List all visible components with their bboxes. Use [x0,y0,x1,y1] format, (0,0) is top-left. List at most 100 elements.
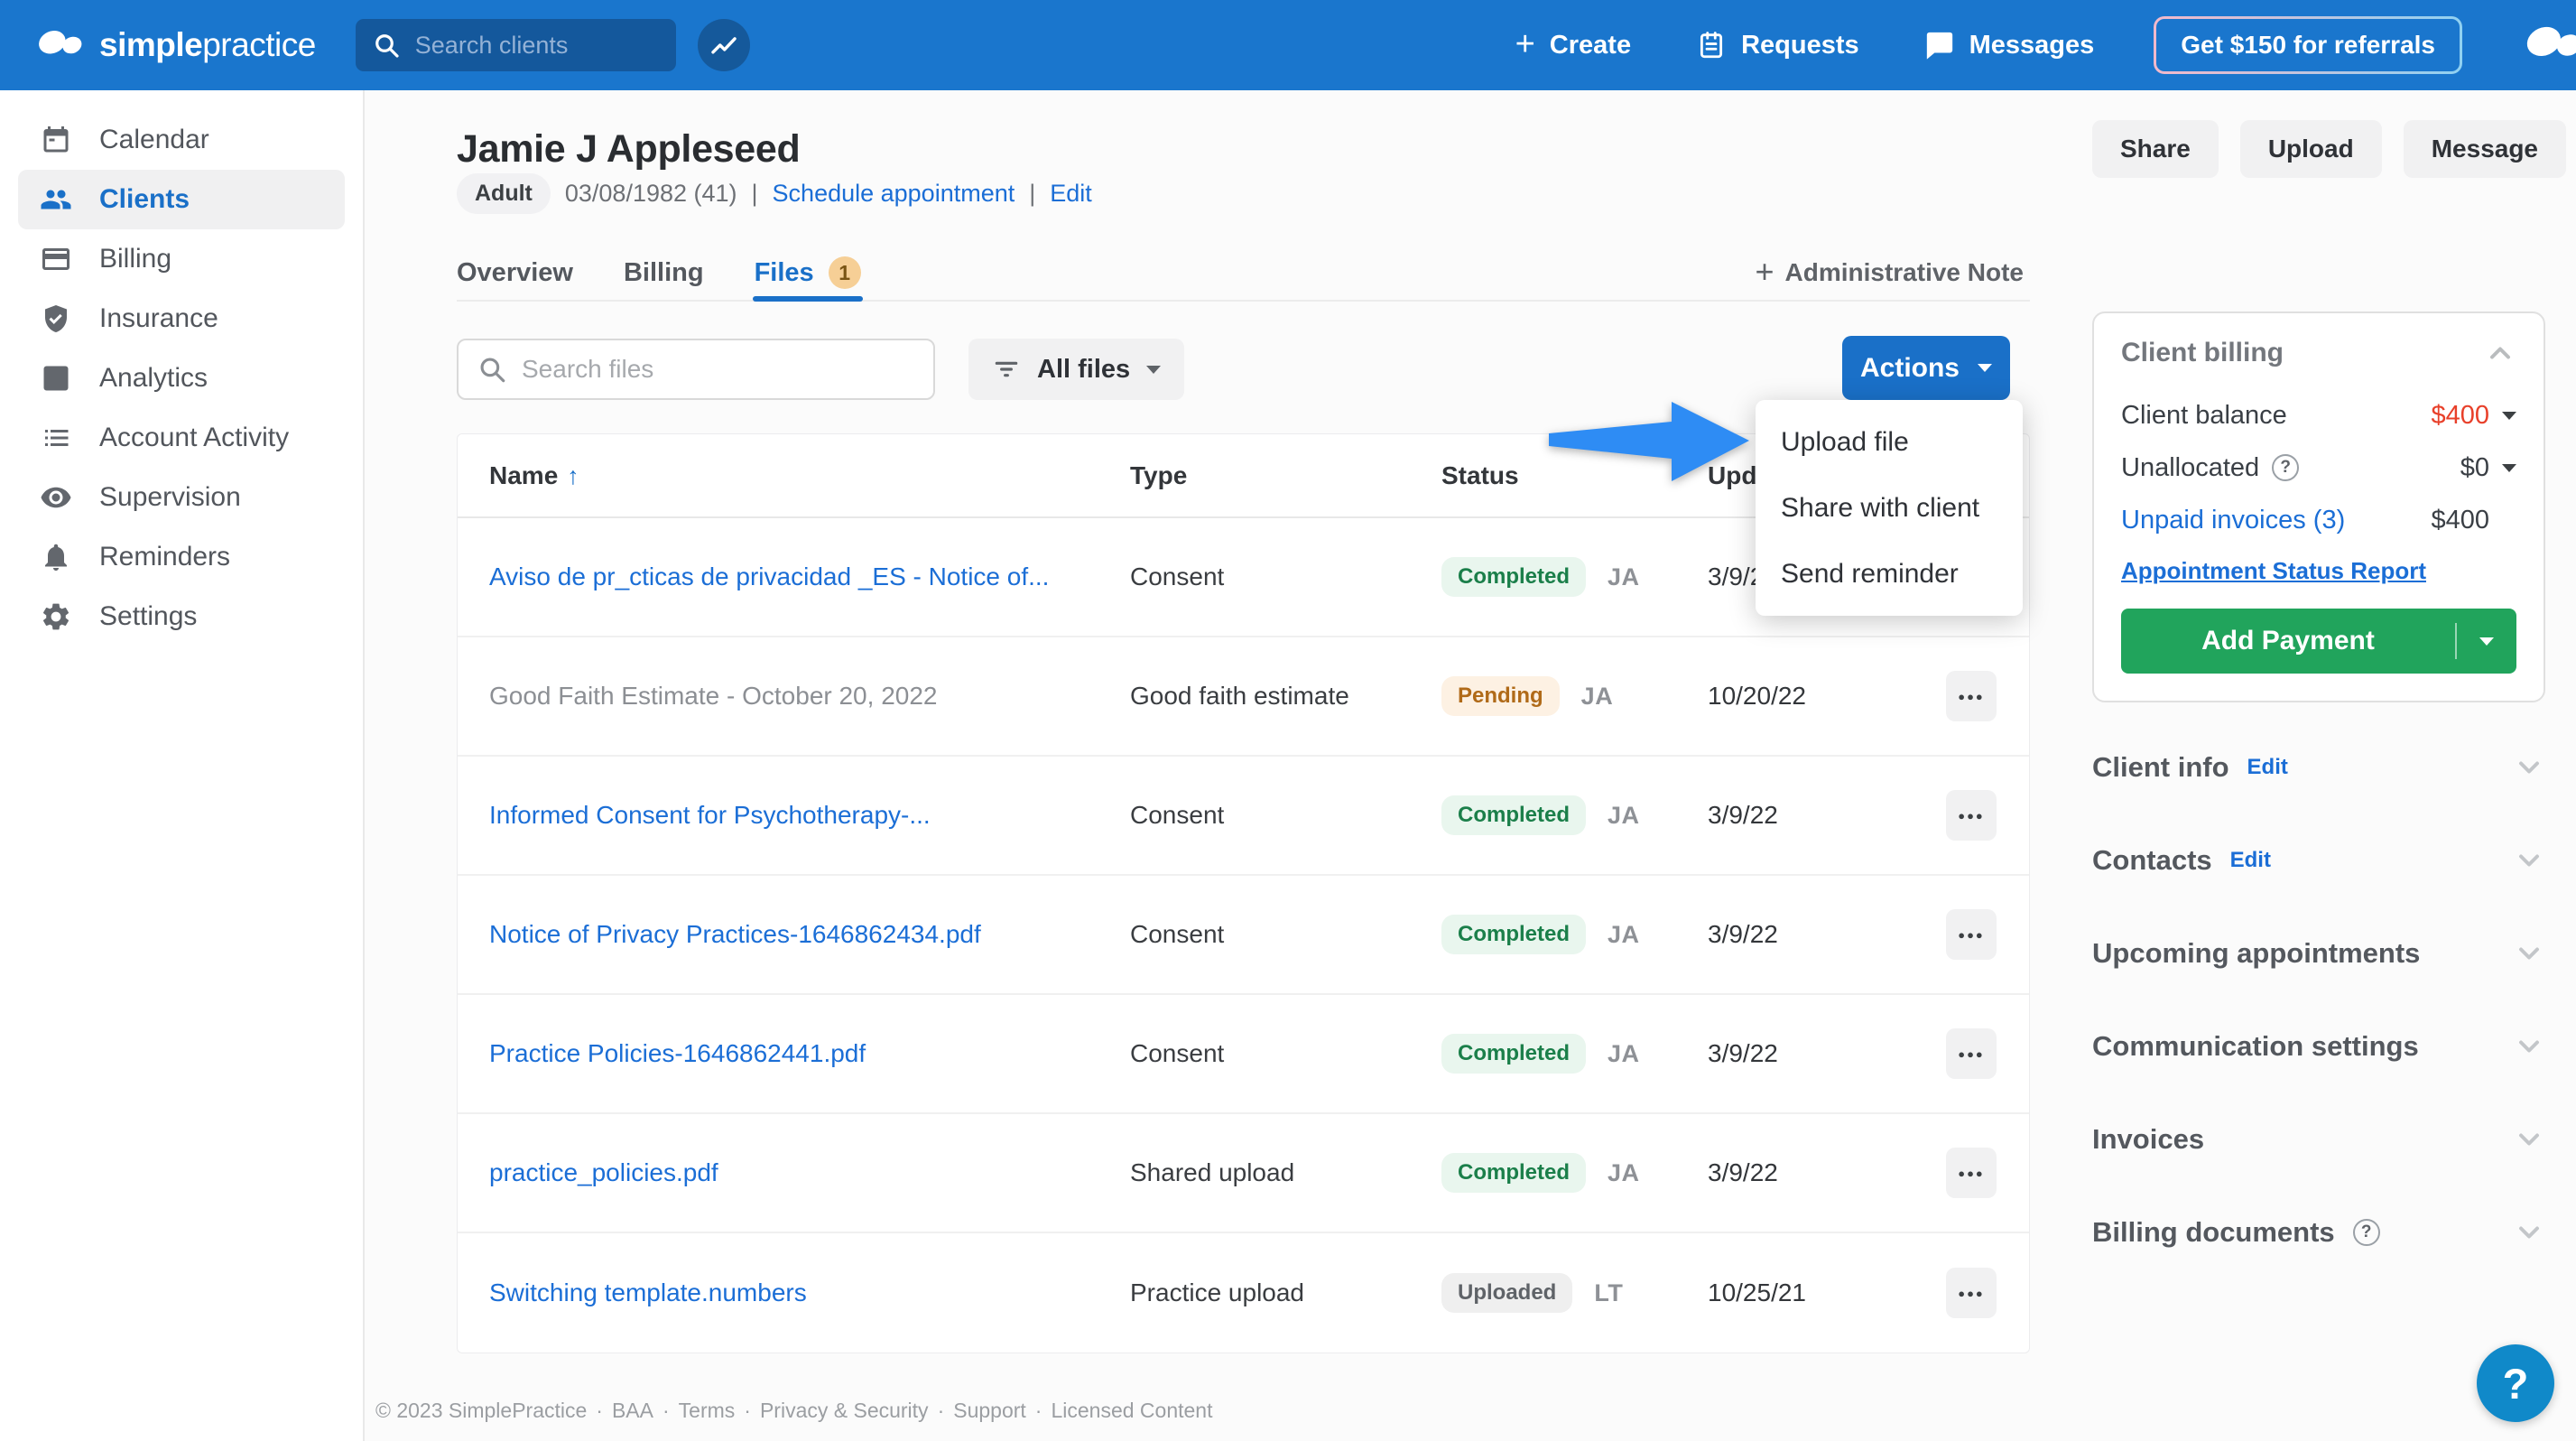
row-actions-button[interactable]: ●●● [1946,1148,1997,1198]
row-actions-button[interactable]: ●●● [1946,790,1997,841]
tab-overview[interactable]: Overview [457,246,573,300]
section-communication-settings[interactable]: Communication settings [2092,999,2545,1092]
file-name-link[interactable]: Aviso de pr_cticas de privacidad _ES - N… [458,562,1130,591]
appointment-status-report-link[interactable]: Appointment Status Report [2121,557,2426,585]
search-files-input[interactable] [520,354,915,385]
requests-button[interactable]: Requests [1691,29,1865,61]
column-header-type[interactable]: Type [1130,461,1441,490]
analytics-shortcut-button[interactable] [698,19,750,71]
section-label: Communication settings [2092,1030,2419,1063]
help-circle-icon[interactable]: ? [2272,454,2299,481]
tab-billing[interactable]: Billing [624,246,704,300]
file-name-link[interactable]: Notice of Privacy Practices-1646862434.p… [458,920,1130,949]
supervision-icon [40,481,72,514]
collapse-panel-button[interactable] [2484,337,2516,369]
menu-item-share-with-client[interactable]: Share with client [1756,475,2023,541]
billing-row-value: $0 [2460,453,2489,483]
sidebar-item-billing[interactable]: Billing [18,229,345,289]
message-button[interactable]: Message [2404,120,2566,178]
client-search-box[interactable] [356,19,676,71]
section-upcoming-appointments[interactable]: Upcoming appointments [2092,906,2545,999]
owner-initials: JA [1608,921,1640,949]
edit-contacts-link[interactable]: Edit [2230,848,2271,873]
footer-item-support[interactable]: Support [953,1399,1026,1423]
chevron-down-icon[interactable] [2513,937,2545,970]
sidebar-item-reminders[interactable]: Reminders [18,527,345,587]
table-row: Switching template.numbersPractice uploa… [458,1233,2029,1353]
chevron-down-icon[interactable] [2513,1030,2545,1063]
file-type: Consent [1130,562,1441,591]
section-billing-documents[interactable]: Billing documents? [2092,1185,2545,1278]
file-filter-button[interactable]: All files [968,339,1184,400]
sidebar-item-label: Settings [99,601,197,632]
sidebar-item-analytics[interactable]: Analytics [18,349,345,408]
row-actions-button[interactable]: ●●● [1946,1268,1997,1318]
footer-item-privacy-security[interactable]: Privacy & Security [760,1399,929,1423]
footer-item-terms[interactable]: Terms [679,1399,736,1423]
menu-item-send-reminder[interactable]: Send reminder [1756,541,2023,607]
file-updated-date: 10/25/21 [1708,1278,1915,1307]
footer-item-2023-simplepractice: © 2023 SimplePractice [375,1399,587,1423]
section-label: Invoices [2092,1123,2204,1156]
file-name-link[interactable]: practice_policies.pdf [458,1158,1130,1187]
row-actions-button[interactable]: ●●● [1946,909,1997,960]
upload-button[interactable]: Upload [2240,120,2382,178]
billing-row-value: $400 [2431,506,2489,535]
referral-button[interactable]: Get $150 for referrals [2154,16,2462,74]
sidebar-item-supervision[interactable]: Supervision [18,468,345,527]
chevron-down-icon[interactable] [2513,1216,2545,1249]
file-name-link[interactable]: Switching template.numbers [458,1278,1130,1307]
chevron-down-icon[interactable] [2513,1123,2545,1156]
topbar-right-cluster: + Create Requests Messages Get $150 for … [1510,16,2576,74]
unpaid-invoices-link[interactable]: Unpaid invoices (3) [2121,506,2345,535]
tab-files[interactable]: Files1 [755,246,861,300]
file-status-cell: CompletedJA [1441,915,1708,954]
client-info-sections: Client infoEditContactsEditUpcoming appo… [2092,720,2545,1278]
sidebar-item-label: Calendar [99,125,209,155]
chevron-down-icon[interactable] [2502,464,2516,472]
sidebar-item-label: Billing [99,244,171,274]
search-clients-input[interactable] [413,31,737,60]
schedule-appointment-link[interactable]: Schedule appointment [773,180,1015,208]
help-circle-icon[interactable]: ? [2353,1219,2380,1246]
chevron-down-icon[interactable] [2513,844,2545,877]
section-client-info[interactable]: Client infoEdit [2092,720,2545,813]
sidebar-item-clients[interactable]: Clients [18,170,345,229]
actions-button[interactable]: Actions [1842,336,2010,400]
file-name-text[interactable]: Good Faith Estimate - October 20, 2022 [458,682,1130,711]
row-actions-cell: ●●● [1915,1268,2029,1318]
edit-client-info-link[interactable]: Edit [2247,755,2288,780]
edit-client-link[interactable]: Edit [1050,180,1092,208]
sidebar-item-insurance[interactable]: Insurance [18,289,345,349]
file-name-link[interactable]: Informed Consent for Psychotherapy-... [458,801,1130,830]
add-payment-button[interactable]: Add Payment [2121,609,2516,674]
column-header-name[interactable]: Name↑ [458,461,1130,490]
chevron-down-icon[interactable] [2513,751,2545,784]
add-payment-dropdown-toggle[interactable] [2457,637,2516,646]
file-type: Practice upload [1130,1278,1441,1307]
sidebar-item-calendar[interactable]: Calendar [18,110,345,170]
section-invoices[interactable]: Invoices [2092,1092,2545,1185]
share-button[interactable]: Share [2092,120,2219,178]
file-name-link[interactable]: Practice Policies-1646862441.pdf [458,1039,1130,1068]
footer-item-baa[interactable]: BAA [612,1399,653,1423]
sidebar-item-account-activity[interactable]: Account Activity [18,408,345,468]
sidebar-item-settings[interactable]: Settings [18,587,345,646]
owner-initials: JA [1581,683,1614,711]
messages-button[interactable]: Messages [1919,29,2100,61]
simplepractice-logo[interactable]: simplepractice [32,24,316,66]
chevron-down-icon[interactable] [2502,412,2516,420]
section-contacts[interactable]: ContactsEdit [2092,813,2545,906]
create-button[interactable]: + Create [1510,30,1636,61]
files-search-box[interactable] [457,339,935,400]
butterfly-logo-icon [32,24,88,66]
sidebar-item-label: Supervision [99,482,241,513]
row-actions-button[interactable]: ●●● [1946,1028,1997,1079]
butterfly-avatar-icon[interactable] [2516,19,2576,71]
row-actions-button[interactable]: ●●● [1946,671,1997,721]
footer-item-licensed-content[interactable]: Licensed Content [1051,1399,1212,1423]
menu-item-upload-file[interactable]: Upload file [1756,409,2023,475]
requests-label: Requests [1741,31,1859,60]
help-button[interactable]: ? [2477,1344,2554,1422]
status-badge: Completed [1441,1034,1586,1074]
